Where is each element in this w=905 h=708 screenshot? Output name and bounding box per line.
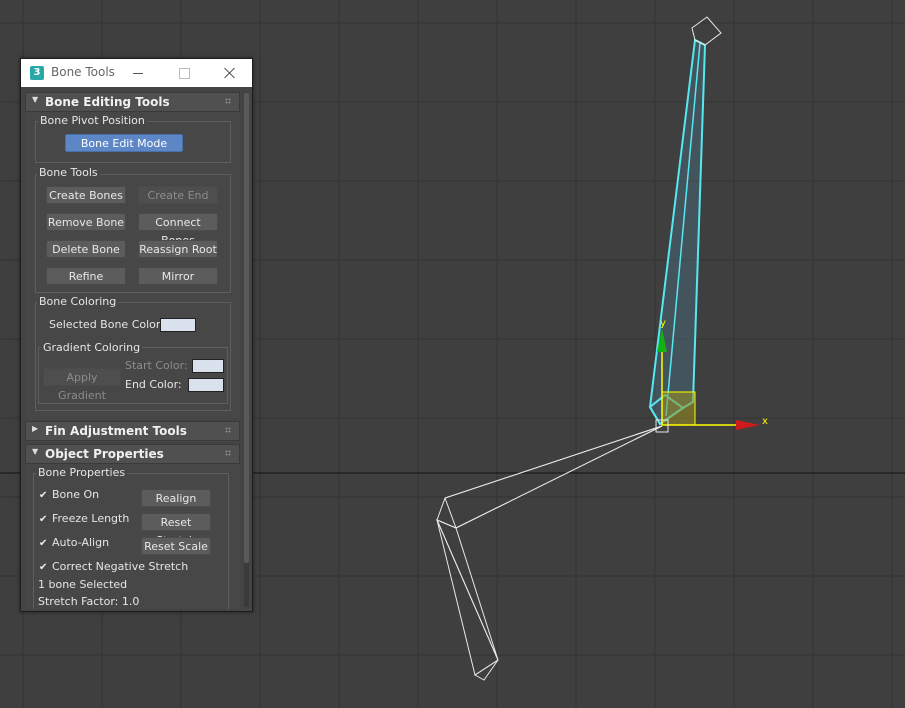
rollout-bone-editing-header[interactable]: ▼ Bone Editing Tools: [25, 92, 240, 112]
rollout-fin-adjustment-header[interactable]: ▶ Fin Adjustment Tools: [25, 421, 240, 441]
bone-edit-mode-button[interactable]: Bone Edit Mode: [65, 134, 183, 152]
drag-grip-icon[interactable]: [225, 450, 231, 456]
end-color-swatch[interactable]: [188, 378, 224, 392]
group-label: Bone Coloring: [37, 295, 119, 308]
app-icon: 3: [30, 66, 44, 80]
bone-on-checkbox[interactable]: ✔ Bone On: [39, 488, 99, 501]
expand-arrow-icon: ▼: [32, 95, 39, 104]
rollout-bone-editing-body: Bone Pivot Position Bone Edit Mode Bone …: [25, 112, 240, 419]
correct-negative-stretch-checkbox[interactable]: ✔ Correct Negative Stretch: [39, 560, 188, 573]
checkbox-label: Correct Negative Stretch: [52, 560, 189, 573]
rollout-title: Object Properties: [45, 447, 164, 461]
end-color-label: End Color:: [125, 378, 182, 391]
rollout-container: ▼ Bone Editing Tools Bone Pivot Position…: [25, 91, 240, 609]
reset-stretch-button[interactable]: Reset Stretch: [141, 513, 211, 547]
bone-lower-leg-b: [436, 519, 499, 661]
checkmark-icon: ✔: [39, 490, 48, 501]
bone-upper-leg: [436, 425, 663, 529]
stretch-factor: Stretch Factor: 1.0: [38, 595, 140, 608]
rollout-scrollbar[interactable]: [244, 93, 249, 607]
bone-selected-head: [691, 16, 722, 46]
drag-grip-icon[interactable]: [225, 98, 231, 104]
minimize-button[interactable]: [125, 63, 151, 83]
bone-selected-body: [648, 38, 707, 426]
gizmo-x-label: x: [762, 416, 768, 427]
bone-lower-leg: [436, 519, 499, 676]
reset-scale-button[interactable]: Reset Scale: [141, 537, 211, 555]
selected-bone-color-label: Selected Bone Color:: [49, 318, 164, 331]
group-label: Bone Pivot Position: [38, 114, 147, 127]
bone-tools-window[interactable]: 3 Bone Tools ▼ Bone Editing Tools Bone P…: [20, 58, 253, 612]
window-titlebar[interactable]: 3 Bone Tools: [21, 59, 252, 87]
checkbox-label: Freeze Length: [52, 512, 130, 525]
checkmark-icon: ✔: [39, 538, 48, 549]
checkmark-icon: ✔: [39, 562, 48, 573]
realign-button[interactable]: Realign: [141, 489, 211, 507]
freeze-length-checkbox[interactable]: ✔ Freeze Length: [39, 512, 129, 525]
close-button[interactable]: [217, 63, 243, 83]
remove-bone-button[interactable]: Remove Bone: [46, 213, 126, 231]
bone-end-cap: [474, 659, 499, 681]
checkbox-label: Bone On: [52, 488, 100, 501]
gizmo-y-label: y: [660, 318, 666, 329]
window-title: Bone Tools: [51, 65, 115, 79]
create-end-button[interactable]: Create End: [138, 186, 218, 204]
group-label: Bone Properties: [36, 466, 128, 479]
bone-chain-lower[interactable]: [436, 425, 663, 681]
maximize-button[interactable]: [171, 63, 197, 83]
collapse-arrow-icon: ▶: [32, 424, 39, 433]
auto-align-checkbox[interactable]: ✔ Auto-Align: [39, 536, 109, 549]
apply-gradient-button[interactable]: Apply Gradient: [43, 368, 121, 402]
checkbox-label: Auto-Align: [52, 536, 110, 549]
connect-bones-button[interactable]: Connect Bones: [138, 213, 218, 247]
rollout-object-properties-header[interactable]: ▼ Object Properties: [25, 444, 240, 464]
delete-bone-button[interactable]: Delete Bone: [46, 240, 126, 258]
rollout-title: Fin Adjustment Tools: [45, 424, 187, 438]
bone-upper-leg-fin: [444, 425, 663, 529]
reassign-root-button[interactable]: Reassign Root: [138, 240, 218, 258]
create-bones-button[interactable]: Create Bones: [46, 186, 126, 204]
gizmo-x-arrow: [736, 420, 760, 430]
scrollbar-thumb[interactable]: [244, 93, 249, 563]
mirror-button[interactable]: Mirror: [138, 267, 218, 285]
group-label: Bone Tools: [37, 166, 100, 179]
checkmark-icon: ✔: [39, 514, 48, 525]
refine-button[interactable]: Refine: [46, 267, 126, 285]
start-color-swatch[interactable]: [192, 359, 224, 373]
rollout-title: Bone Editing Tools: [45, 95, 170, 109]
expand-arrow-icon: ▼: [32, 447, 39, 456]
rollout-object-properties-body: Bone Properties ✔ Bone On Realign ✔ Freeze…: [25, 464, 240, 609]
selection-count: 1 bone Selected: [38, 578, 128, 591]
selected-bone-color-swatch[interactable]: [160, 318, 196, 332]
drag-grip-icon[interactable]: [225, 427, 231, 433]
group-label: Gradient Coloring: [41, 341, 143, 354]
start-color-label: Start Color:: [125, 359, 188, 372]
bone-selected[interactable]: [648, 16, 722, 426]
